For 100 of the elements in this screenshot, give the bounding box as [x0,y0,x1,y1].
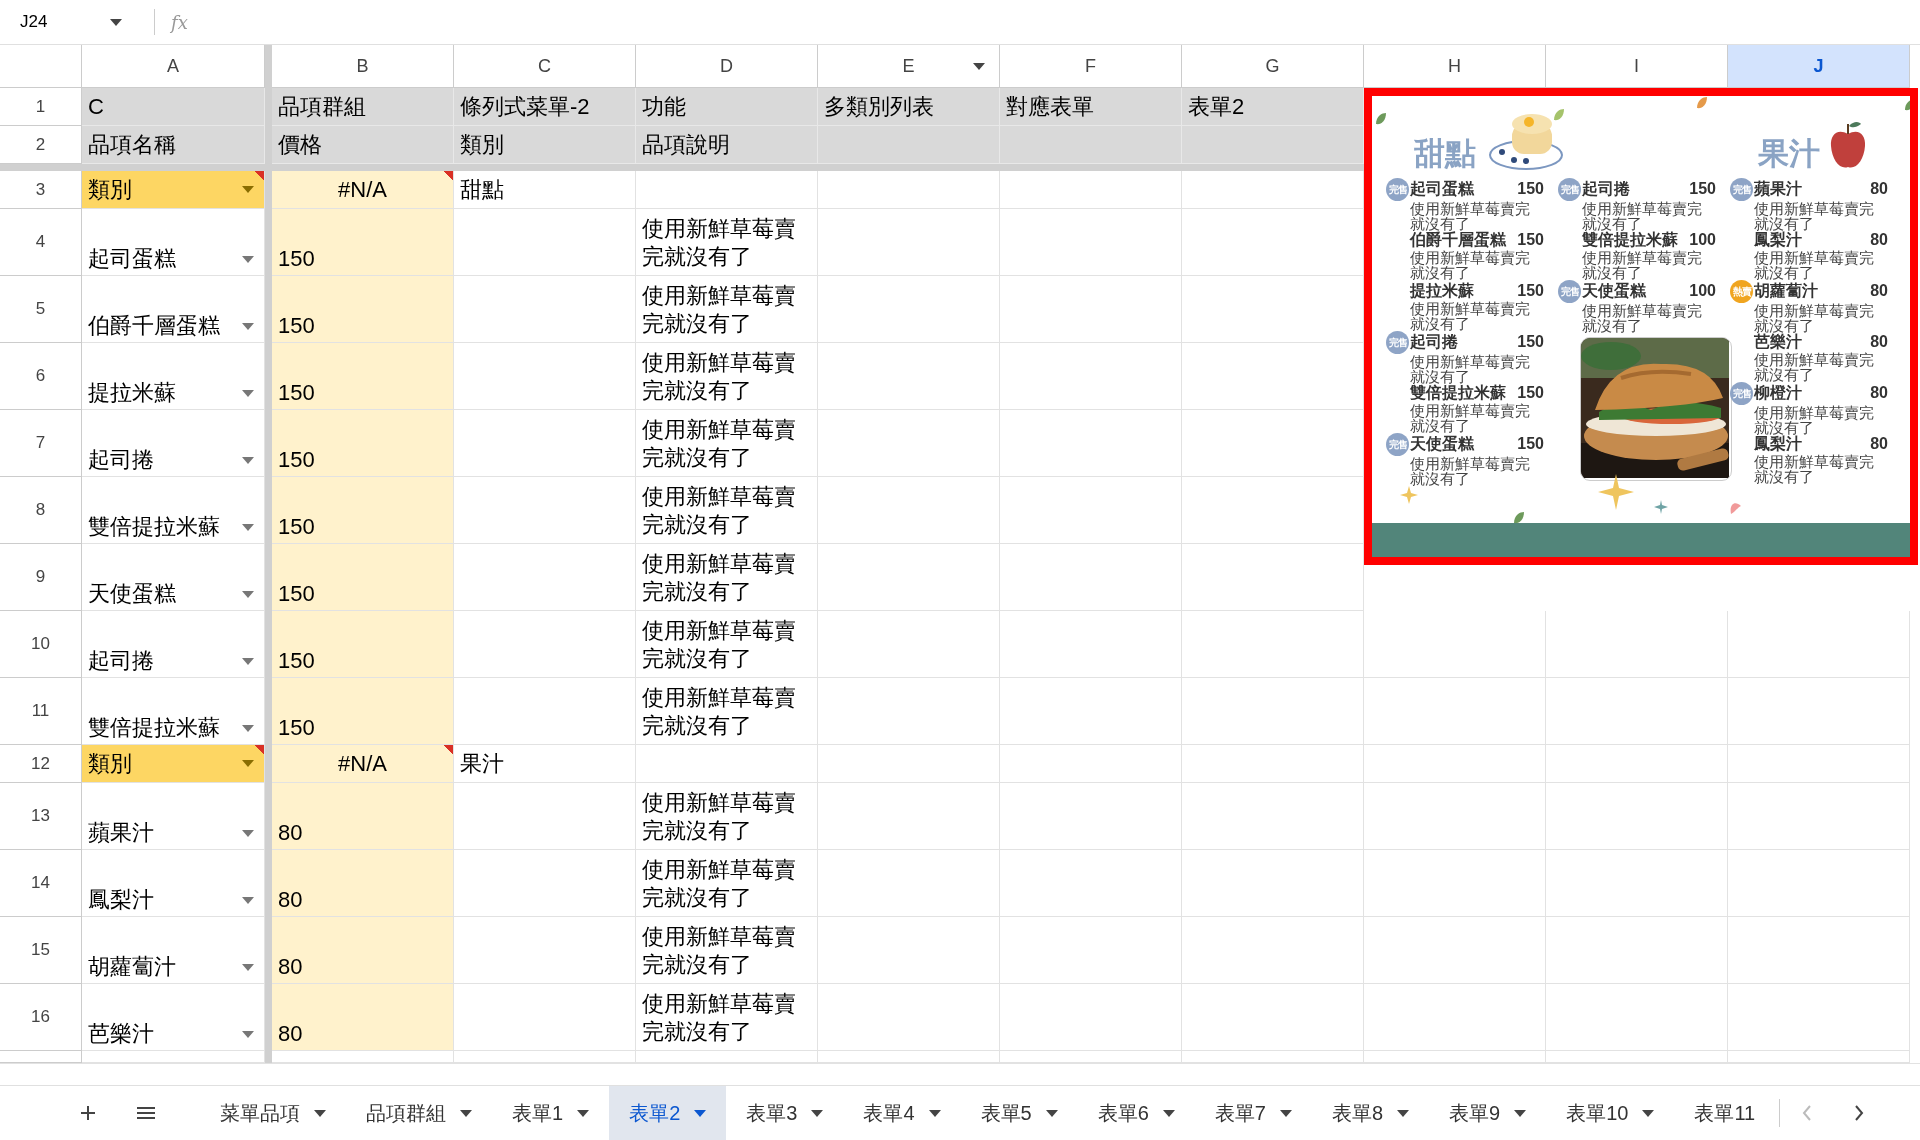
menu-item-description: 使用新鮮草莓賣完就沒有了 [1410,456,1531,486]
menu-item-name: 伯爵千層蛋糕 [1410,231,1507,250]
row-header[interactable]: 7 [0,410,82,477]
menu-item-name: 起司蛋糕 [1410,179,1475,199]
sheet-tab[interactable]: 表單7 [1194,1086,1312,1140]
menu-item-price: 150 [1517,281,1544,301]
sheet-tab[interactable]: 表單11 [1674,1086,1776,1140]
menu-item-name: 芭樂汁 [1754,333,1803,352]
chevron-right-icon[interactable] [1854,1105,1865,1121]
row-header[interactable]: 8 [0,477,82,544]
menu-item-description: 使用新鮮草莓賣完就沒有了 [1410,250,1531,280]
row-header[interactable]: 9 [0,544,82,611]
menu-item-name: 柳橙汁 [1754,383,1803,403]
table-cell: 類別 [454,126,636,164]
caret-icon [1045,1109,1058,1117]
table-cell: 品項名稱 [82,126,265,164]
dropdown-cell[interactable]: 類別 [82,745,265,783]
menu-item-description: 使用新鮮草莓賣完就沒有了 [1754,352,1875,382]
table-cell: 150 [272,678,454,745]
table-cell: 150 [272,410,454,477]
table-cell: 使用新鮮草莓賣完就沒有了 [636,783,818,850]
menu-item-description: 使用新鮮草莓賣完就沒有了 [1410,201,1531,231]
caret-icon [242,964,254,971]
table-cell: #N/A [272,745,454,783]
row-header[interactable]: 13 [0,783,82,850]
sheet-tab[interactable]: 表單4 [843,1086,961,1140]
menu-icon[interactable] [136,1106,156,1120]
menu-item-name: 提拉米蘇 [1410,281,1475,301]
leaf-icon [1512,511,1526,525]
table-cell: 價格 [272,126,454,164]
sold-out-badge: 完售 [1730,382,1753,405]
freeze-bar[interactable] [265,1051,272,1063]
sheet-tab[interactable]: 表單3 [726,1086,844,1140]
chevron-left-icon[interactable] [1802,1105,1813,1121]
sparkle-icon [1654,500,1668,514]
sheet-tab[interactable]: 表單2 [609,1086,727,1140]
menu-item-description: 使用新鮮草莓賣完就沒有了 [1410,301,1531,331]
sheet-tab[interactable]: 品項群組 [346,1086,492,1140]
sheet-tab[interactable]: 表單10 [1546,1086,1675,1140]
menu-item-price: 80 [1870,281,1888,301]
row-header[interactable]: 6 [0,343,82,410]
table-cell: 使用新鮮草莓賣完就沒有了 [636,678,818,745]
table-cell: 功能 [636,88,818,126]
table-cell: 80 [272,783,454,850]
row-header[interactable]: 10 [0,611,82,678]
sold-out-badge: 完售 [1558,280,1581,303]
menu-item-name: 鳳梨汁 [1754,231,1803,250]
sheet-tab[interactable]: 表單6 [1077,1086,1195,1140]
table-cell: 150 [272,343,454,410]
dropdown-cell[interactable]: 類別 [82,171,265,209]
section-heading: 甜點 [1414,136,1476,172]
row-header[interactable]: 14 [0,850,82,917]
caret-icon [1162,1109,1175,1117]
table-cell: 150 [272,611,454,678]
menu-item-name: 起司捲 [1582,179,1631,199]
select-all-corner[interactable] [0,45,82,88]
name-box[interactable]: J24 [0,12,130,32]
menu-item-description: 使用新鮮草莓賣完就沒有了 [1754,303,1875,333]
sold-out-badge: 完售 [1386,178,1409,201]
selected-image-frame[interactable] [1364,88,1918,565]
sheet-tab[interactable]: 表單8 [1311,1086,1429,1140]
sold-out-badge: 完售 [1386,433,1409,456]
table-cell: 150 [272,209,454,276]
table-cell: 表單2 [1182,88,1364,126]
row-header[interactable]: 16 [0,984,82,1051]
sheet-tab[interactable]: 表單9 [1429,1086,1547,1140]
table-cell: 使用新鮮草莓賣完就沒有了 [636,850,818,917]
caret-icon [314,1109,326,1117]
menu-item-name: 鳳梨汁 [1754,435,1803,454]
column-header[interactable]: J [1728,45,1910,88]
sheet-tab[interactable]: 表單5 [960,1086,1078,1140]
add-icon[interactable] [80,1105,96,1121]
table-cell: 使用新鮮草莓賣完就沒有了 [636,209,818,276]
table-cell: 使用新鮮草莓賣完就沒有了 [636,917,818,984]
sparkle-icon [1400,486,1418,504]
caret-icon [242,390,254,397]
row-header[interactable]: 4 [0,209,82,276]
menu-item-price: 150 [1689,179,1716,199]
row-header[interactable] [0,1051,82,1063]
caret-icon [242,457,254,464]
table-cell: 條列式菜單-2 [454,88,636,126]
sheet-tab[interactable]: 表單1 [492,1086,610,1140]
row-header[interactable]: 11 [0,678,82,745]
table-cell: 使用新鮮草莓賣完就沒有了 [636,343,818,410]
sheet-tab[interactable]: 菜單品項 [200,1086,346,1140]
menu-item-description: 使用新鮮草莓賣完就沒有了 [1582,201,1703,231]
row-header[interactable]: 15 [0,917,82,984]
menu-item-price: 80 [1870,332,1888,352]
menu-item-price: 150 [1517,179,1544,199]
sparkle-icon [1598,474,1634,510]
caret-icon [242,725,254,732]
menu-item-description: 使用新鮮草莓賣完就沒有了 [1582,250,1703,280]
section-heading: 果汁 [1758,136,1820,172]
table-cell: 80 [272,984,454,1051]
row-header[interactable]: 5 [0,276,82,343]
table-cell: 150 [272,276,454,343]
formula-icon: fx [171,11,188,33]
menu-item-price: 150 [1517,332,1544,352]
caret-icon [460,1109,472,1117]
freeze-bar[interactable] [265,45,272,88]
